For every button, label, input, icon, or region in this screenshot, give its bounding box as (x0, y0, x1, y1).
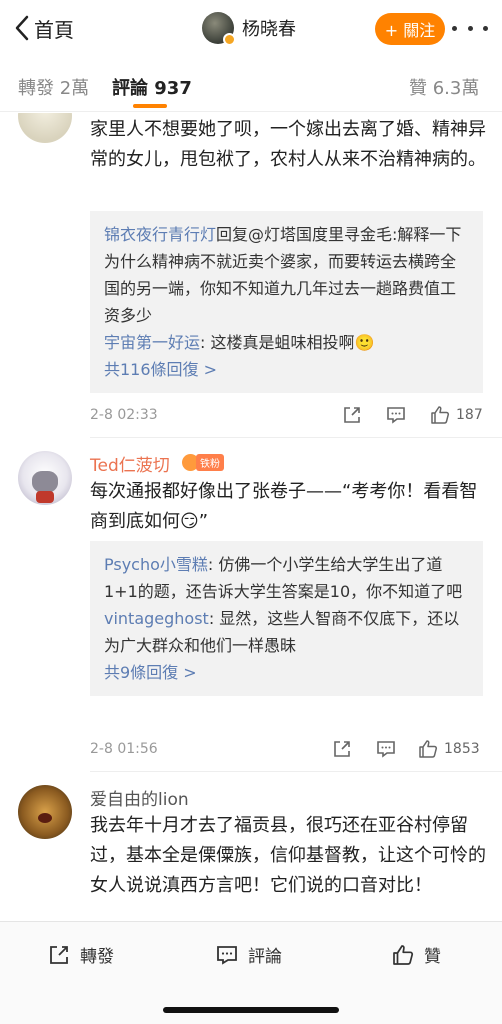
reply-icon[interactable] (386, 405, 406, 425)
weibo-comments-page: 首頁 杨晓春 + 關注 轉發 2萬 評論 937 贊 6.3萬 家里人不想要她了… (0, 0, 502, 1024)
home-indicator[interactable] (163, 1007, 339, 1013)
nav-user-info[interactable]: 杨晓春 (202, 12, 296, 46)
tab-bar: 轉發 2萬 評論 937 贊 6.3萬 (0, 56, 502, 112)
share-icon (50, 945, 68, 964)
reply-item: 宇宙第一好运: 这楼真是蛆味相投啊🙂 (104, 329, 469, 356)
like-button[interactable]: 187 (430, 405, 483, 425)
thumbs-up-icon (419, 740, 438, 758)
like-count: 187 (456, 407, 483, 423)
divider (90, 437, 502, 438)
reply-username[interactable]: Psycho小雪糕 (104, 555, 208, 574)
bottom-action-bar: 轉發 評論 贊 (0, 921, 502, 1024)
more-options-icon[interactable] (452, 16, 488, 40)
tab-comments[interactable]: 評論 937 (112, 74, 192, 100)
comment-text: 每次通报都好像出了张卷子——“考考你！看看智商到底如何😏” (90, 481, 478, 532)
like-label: 贊 (424, 947, 441, 967)
fan-badge: 铁粉 (182, 453, 224, 471)
comment-icon (217, 945, 237, 965)
nav-user-name[interactable]: 杨晓春 (242, 15, 296, 41)
back-label: 首頁 (34, 17, 74, 42)
comment-text: 家里人不想要她了呗，一个嫁出去离了婚、精神异常的女儿，甩包袱了，农村人从来不治精… (90, 119, 486, 170)
active-tab-indicator (133, 104, 167, 108)
like-button[interactable]: 贊 (392, 942, 441, 967)
reply-item: 锦衣夜行青行灯回复@灯塔国度里寻金毛:解释一下为什么精神病不就近卖个婆家，而要转… (104, 221, 469, 329)
fan-badge-label: 铁粉 (196, 453, 224, 471)
chevron-left-icon (15, 15, 29, 41)
thumbs-up-icon (393, 944, 414, 965)
avatar[interactable] (18, 785, 72, 839)
comment-time: 2-8 01:56 (90, 741, 158, 757)
reply-item: vintageghost: 显然，这些人智商不仅底下，还以为广大群众和他们一样愚… (104, 605, 469, 659)
avatar[interactable] (18, 113, 72, 143)
repost-button[interactable]: 轉發 (48, 942, 114, 967)
thumbs-up-icon (431, 406, 450, 424)
tab-reposts[interactable]: 轉發 2萬 (18, 74, 89, 100)
comment-username[interactable]: Ted仁菠切 (90, 451, 170, 476)
share-icon[interactable] (332, 739, 352, 759)
comment-text: 我去年十月才去了福贡县，很巧还在亚谷村停留过，基本全是傈僳族，信仰基督教，让这个… (90, 815, 486, 896)
comment-list: 家里人不想要她了呗，一个嫁出去离了婚、精神异常的女儿，甩包袱了，农村人从来不治精… (0, 113, 502, 921)
avatar[interactable] (202, 12, 236, 46)
back-button[interactable]: 首頁 (14, 14, 74, 42)
share-icon[interactable] (342, 405, 362, 425)
tab-likes[interactable]: 贊 6.3萬 (409, 74, 479, 100)
comment-label: 評論 (248, 947, 282, 967)
verified-badge-icon (223, 33, 236, 46)
comment-username[interactable]: 爱自由的lion (90, 785, 189, 810)
top-nav-bar: 首頁 杨晓春 + 關注 (0, 0, 502, 56)
like-count: 1853 (444, 741, 480, 757)
divider (90, 771, 502, 772)
reply-box[interactable]: 锦衣夜行青行灯回复@灯塔国度里寻金毛:解释一下为什么精神病不就近卖个婆家，而要转… (90, 211, 483, 393)
like-button[interactable]: 1853 (418, 739, 480, 759)
more-replies-link[interactable]: 共9條回復 > (104, 659, 469, 686)
follow-button[interactable]: + 關注 (375, 13, 445, 45)
comment-time: 2-8 02:33 (90, 407, 158, 423)
reply-username[interactable]: 宇宙第一好运 (104, 333, 200, 352)
avatar[interactable] (18, 451, 72, 505)
reply-item: Psycho小雪糕: 仿佛一个小学生给大学生出了道1+1的题，还告诉大学生答案是… (104, 551, 469, 605)
comment-meta: 2-8 02:33 187 (90, 405, 490, 427)
reply-text: : 这楼真是蛆味相投啊🙂 (200, 333, 375, 352)
reply-username[interactable]: 锦衣夜行青行灯 (104, 225, 216, 244)
reply-username[interactable]: vintageghost (104, 609, 209, 628)
more-replies-link[interactable]: 共116條回復 > (104, 356, 469, 383)
repost-label: 轉發 (80, 947, 114, 967)
reply-box[interactable]: Psycho小雪糕: 仿佛一个小学生给大学生出了道1+1的题，还告诉大学生答案是… (90, 541, 483, 696)
reply-icon[interactable] (376, 739, 396, 759)
comment-button[interactable]: 評論 (216, 942, 282, 967)
comment-meta: 2-8 01:56 1853 (90, 739, 490, 761)
